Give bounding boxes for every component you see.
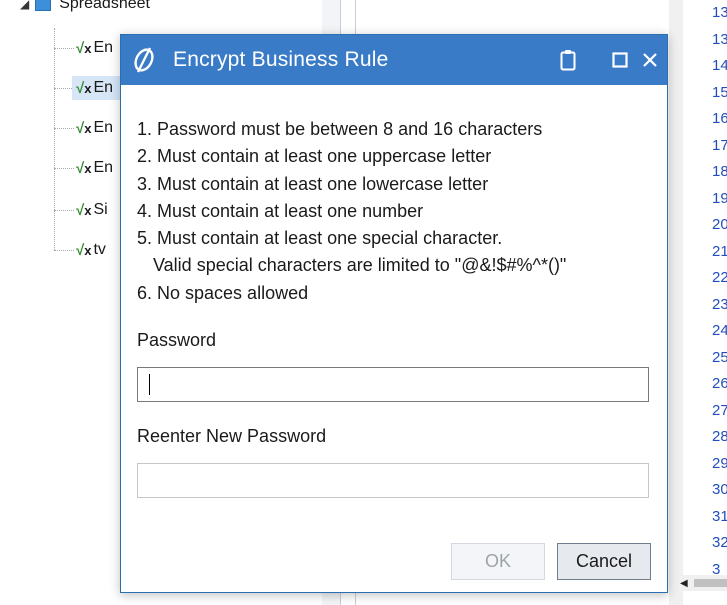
close-icon[interactable] xyxy=(635,45,665,75)
tree-root-spreadsheet[interactable]: ◢ Spreadsheet xyxy=(20,0,150,16)
line-number: 29 xyxy=(712,454,727,472)
formula-icon: √x xyxy=(76,39,92,57)
scrollbar-thumb[interactable] xyxy=(693,579,727,587)
line-number: 3 xyxy=(712,560,721,576)
formula-icon: √x xyxy=(76,241,92,259)
line-number: 15 xyxy=(712,83,727,101)
rule-item: 2. Must contain at least one uppercase l… xyxy=(137,146,492,167)
dialog-titlebar[interactable]: Encrypt Business Rule xyxy=(121,35,667,85)
tree-item-label: En xyxy=(93,79,114,96)
tree-connector-line xyxy=(54,250,74,251)
reenter-password-input[interactable] xyxy=(137,463,649,498)
tree-connector-line xyxy=(54,48,74,49)
line-number: 13 xyxy=(712,30,727,48)
tree-root-label: Spreadsheet xyxy=(59,0,150,12)
line-number: 31 xyxy=(712,507,727,525)
password-input[interactable] xyxy=(137,367,649,402)
tree-item-label: En xyxy=(93,159,114,176)
password-label: Password xyxy=(137,330,217,350)
tree-connector-line xyxy=(54,168,74,169)
rule-item: 5. Must contain at least one special cha… xyxy=(137,228,503,249)
tree-item-label: Si xyxy=(93,201,108,218)
formula-icon: √x xyxy=(76,159,92,177)
line-number: 21 xyxy=(712,242,727,260)
password-rules-list: 1. Password must be between 8 and 16 cha… xyxy=(137,116,657,307)
ok-button[interactable]: OK xyxy=(451,543,545,580)
tree-connector-line xyxy=(54,128,74,129)
line-number: 28 xyxy=(712,428,727,445)
line-number-gutter: 13 13 14 15 16 17 18 19 20 21 22 23 24 2… xyxy=(712,0,727,575)
line-number: 20 xyxy=(712,216,727,233)
line-number: 32 xyxy=(712,534,727,551)
spreadsheet-icon xyxy=(35,0,52,11)
tree-connector-line xyxy=(54,28,55,250)
formula-icon: √x xyxy=(76,119,92,137)
horizontal-scrollbar[interactable]: ◀ xyxy=(676,575,727,591)
tree-item-label: tv xyxy=(93,241,106,258)
app-logo-icon xyxy=(129,45,159,75)
dialog-title: Encrypt Business Rule xyxy=(173,48,389,71)
line-number: 13 xyxy=(712,4,727,21)
tree-item-label: En xyxy=(93,119,114,136)
line-number: 27 xyxy=(712,401,727,419)
formula-icon: √x xyxy=(76,79,92,97)
rule-item: 4. Must contain at least one number xyxy=(137,200,424,221)
line-number: 19 xyxy=(712,189,727,207)
scroll-left-arrow-icon[interactable]: ◀ xyxy=(680,578,688,589)
line-number: 26 xyxy=(712,375,727,392)
rule-item: 1. Password must be between 8 and 16 cha… xyxy=(137,119,543,139)
text-cursor xyxy=(149,374,150,395)
line-number: 17 xyxy=(712,136,727,154)
line-number: 23 xyxy=(712,295,727,313)
rule-item-note: Valid special characters are limited to … xyxy=(153,255,567,276)
rule-item: 6. No spaces allowed xyxy=(137,282,309,303)
encrypt-business-rule-dialog: Encrypt Business Rule 1. Password must b… xyxy=(120,34,668,593)
formula-icon: √x xyxy=(76,201,92,219)
vertical-scrollbar[interactable] xyxy=(669,0,683,605)
line-number: 30 xyxy=(712,481,727,498)
line-number: 14 xyxy=(712,57,727,74)
line-number: 24 xyxy=(712,322,727,339)
rule-item: 3. Must contain at least one lowercase l… xyxy=(137,173,489,194)
expand-caret-icon[interactable]: ◢ xyxy=(20,0,29,11)
tree-connector-line xyxy=(54,88,74,89)
line-number: 22 xyxy=(712,269,727,286)
line-number: 16 xyxy=(712,110,727,127)
tree-connector-line xyxy=(54,210,74,211)
cancel-button[interactable]: Cancel xyxy=(557,543,651,580)
tree-item-label: En xyxy=(93,39,114,56)
clipboard-icon[interactable] xyxy=(553,45,583,75)
reenter-password-label: Reenter New Password xyxy=(137,426,327,446)
line-number: 18 xyxy=(712,163,727,180)
maximize-icon[interactable] xyxy=(605,45,635,75)
line-number: 25 xyxy=(712,348,727,366)
